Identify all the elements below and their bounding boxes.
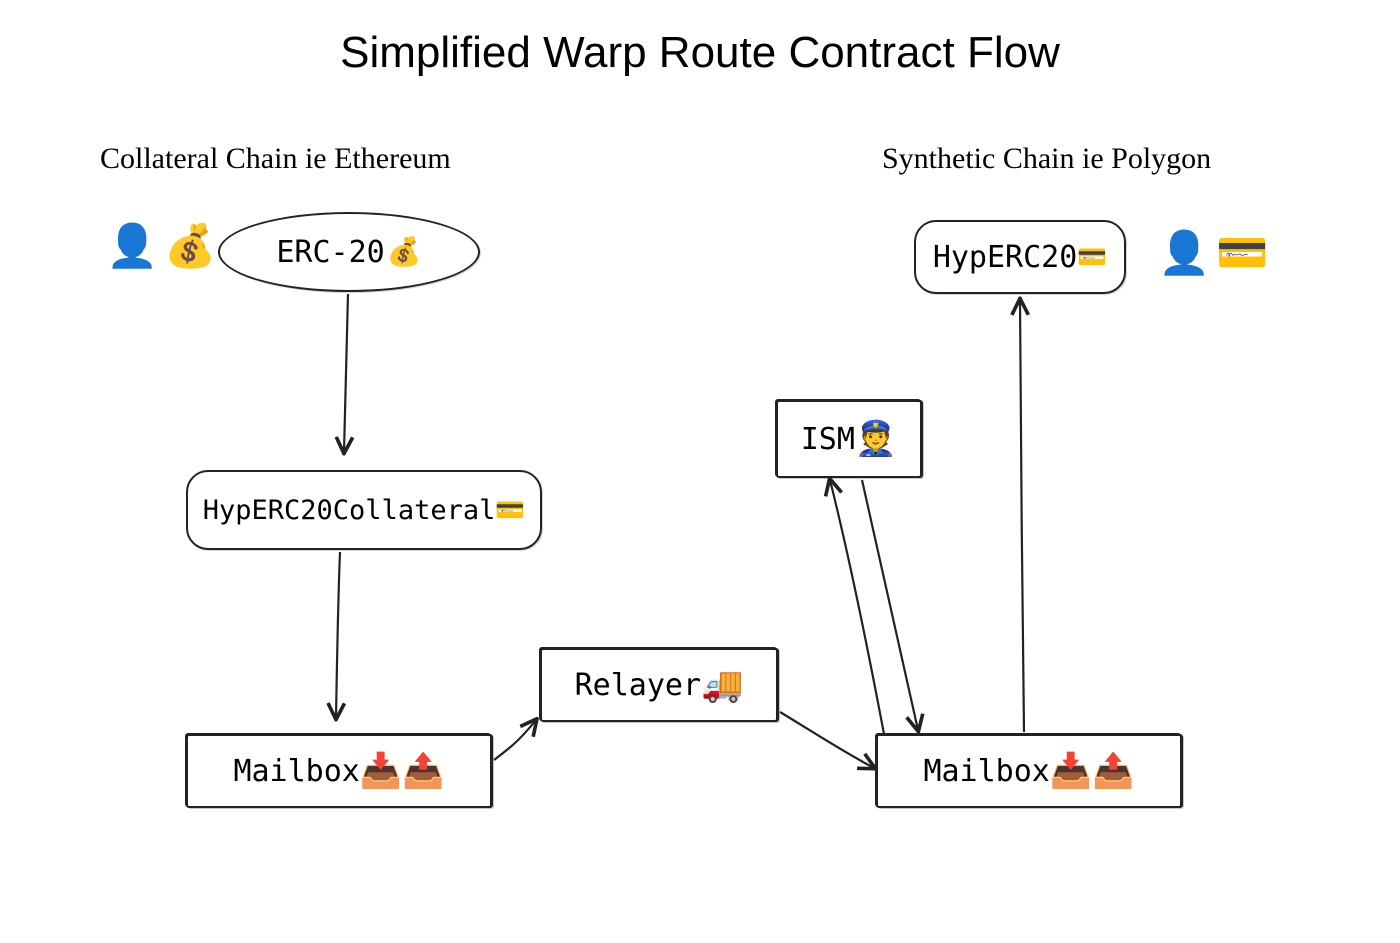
synthetic-chain-label: Synthetic Chain ie Polygon [882, 142, 1211, 176]
ism-label: ISM [801, 422, 855, 457]
relayer-label: Relayer [575, 668, 701, 703]
truck-icon: 🚚 [701, 668, 743, 702]
money-bag-icon: 💰 [164, 225, 216, 267]
hyp-erc20-label: HypERC20 [933, 240, 1078, 275]
hyp-erc20-node: HypERC20 💳 [914, 220, 1126, 294]
inbox-icon: 📥 [1050, 754, 1092, 788]
credit-card-icon: 💳 [495, 498, 525, 522]
mailbox-right-label: Mailbox [923, 754, 1049, 789]
erc20-node: ERC-20 💰 [218, 212, 480, 292]
inbox-icon: 📥 [360, 754, 402, 788]
credit-card-icon: 💳 [1077, 245, 1107, 269]
collateral-chain-label: Collateral Chain ie Ethereum [100, 142, 451, 176]
outbox-icon: 📤 [1092, 754, 1134, 788]
mailbox-left-label: Mailbox [233, 754, 359, 789]
relayer-node: Relayer 🚚 [540, 648, 778, 722]
user-icon: 👤 [106, 225, 158, 267]
diagram-title: Simplified Warp Route Contract Flow [0, 28, 1400, 78]
outbox-icon: 📤 [402, 754, 444, 788]
ism-node: ISM 👮 [776, 400, 922, 478]
hyp-collateral-label: HypERC20Collateral [203, 495, 496, 526]
user-icon: 👤 [1158, 232, 1210, 274]
erc20-label: ERC-20 [276, 235, 384, 270]
police-icon: 👮 [855, 422, 897, 456]
diagram-canvas: { "title": "Simplified Warp Route Contra… [0, 0, 1400, 943]
user-synthetic-icons: 👤 💳 [1158, 232, 1269, 274]
hyp-collateral-node: HypERC20Collateral 💳 [186, 470, 542, 550]
money-bag-icon: 💰 [387, 238, 422, 266]
credit-card-icon: 💳 [1216, 232, 1268, 274]
mailbox-left-node: Mailbox 📥 📤 [186, 734, 492, 808]
user-collateral-icons: 👤 💰 [106, 225, 217, 267]
mailbox-right-node: Mailbox 📥 📤 [876, 734, 1182, 808]
